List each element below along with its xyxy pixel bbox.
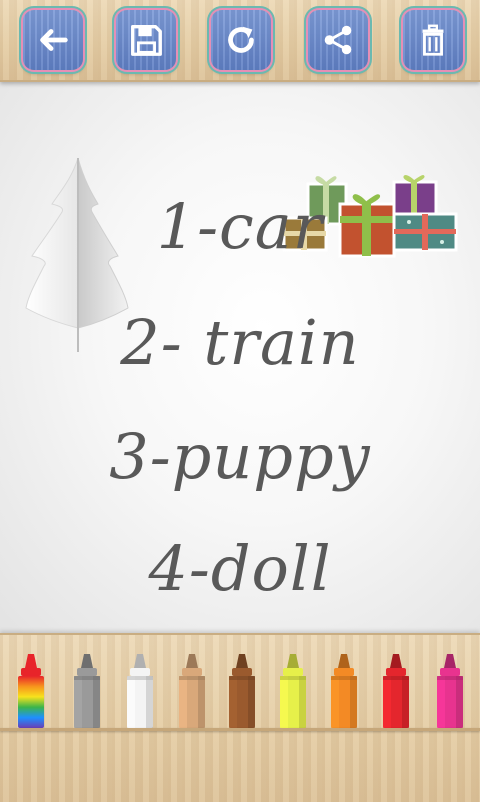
marker-gray-icon [74, 654, 100, 728]
shelf-divider [0, 728, 480, 731]
marker-white[interactable] [124, 652, 156, 728]
marker-red-icon [383, 654, 409, 728]
save-button[interactable] [116, 10, 176, 70]
circular-arrow-icon [228, 26, 254, 53]
marker-rainbow[interactable] [15, 652, 47, 728]
marker-tan-icon [179, 654, 205, 728]
list-line-1: 1-car [156, 190, 324, 263]
top-toolbar [0, 0, 480, 82]
list-line-2: 2- train [120, 306, 360, 379]
share-button[interactable] [308, 10, 368, 70]
marker-orange-icon [331, 654, 357, 728]
marker-white-icon [127, 654, 153, 728]
trash-icon [422, 24, 444, 56]
share-icon [324, 25, 352, 55]
delete-button[interactable] [403, 10, 463, 70]
marker-brown-icon [229, 654, 255, 728]
marker-yellow-green[interactable] [277, 652, 309, 728]
marker-yellow-green-icon [280, 654, 306, 728]
list-line-4: 4-doll [148, 532, 332, 605]
list-line-3: 3-puppy [109, 420, 371, 493]
redo-button[interactable] [211, 10, 271, 70]
marker-red[interactable] [380, 652, 412, 728]
back-button[interactable] [23, 10, 83, 70]
marker-gray[interactable] [71, 652, 103, 728]
marker-tan[interactable] [176, 652, 208, 728]
marker-rainbow-icon [18, 654, 44, 728]
marker-orange[interactable] [328, 652, 360, 728]
marker-brown[interactable] [226, 652, 258, 728]
arrow-left-icon [40, 29, 68, 51]
marker-pink[interactable] [434, 652, 466, 728]
floppy-disk-icon [131, 25, 162, 56]
drawing-canvas[interactable]: 1-car 2- train 3-puppy 4-doll [0, 80, 480, 633]
marker-pink-icon [437, 654, 463, 728]
